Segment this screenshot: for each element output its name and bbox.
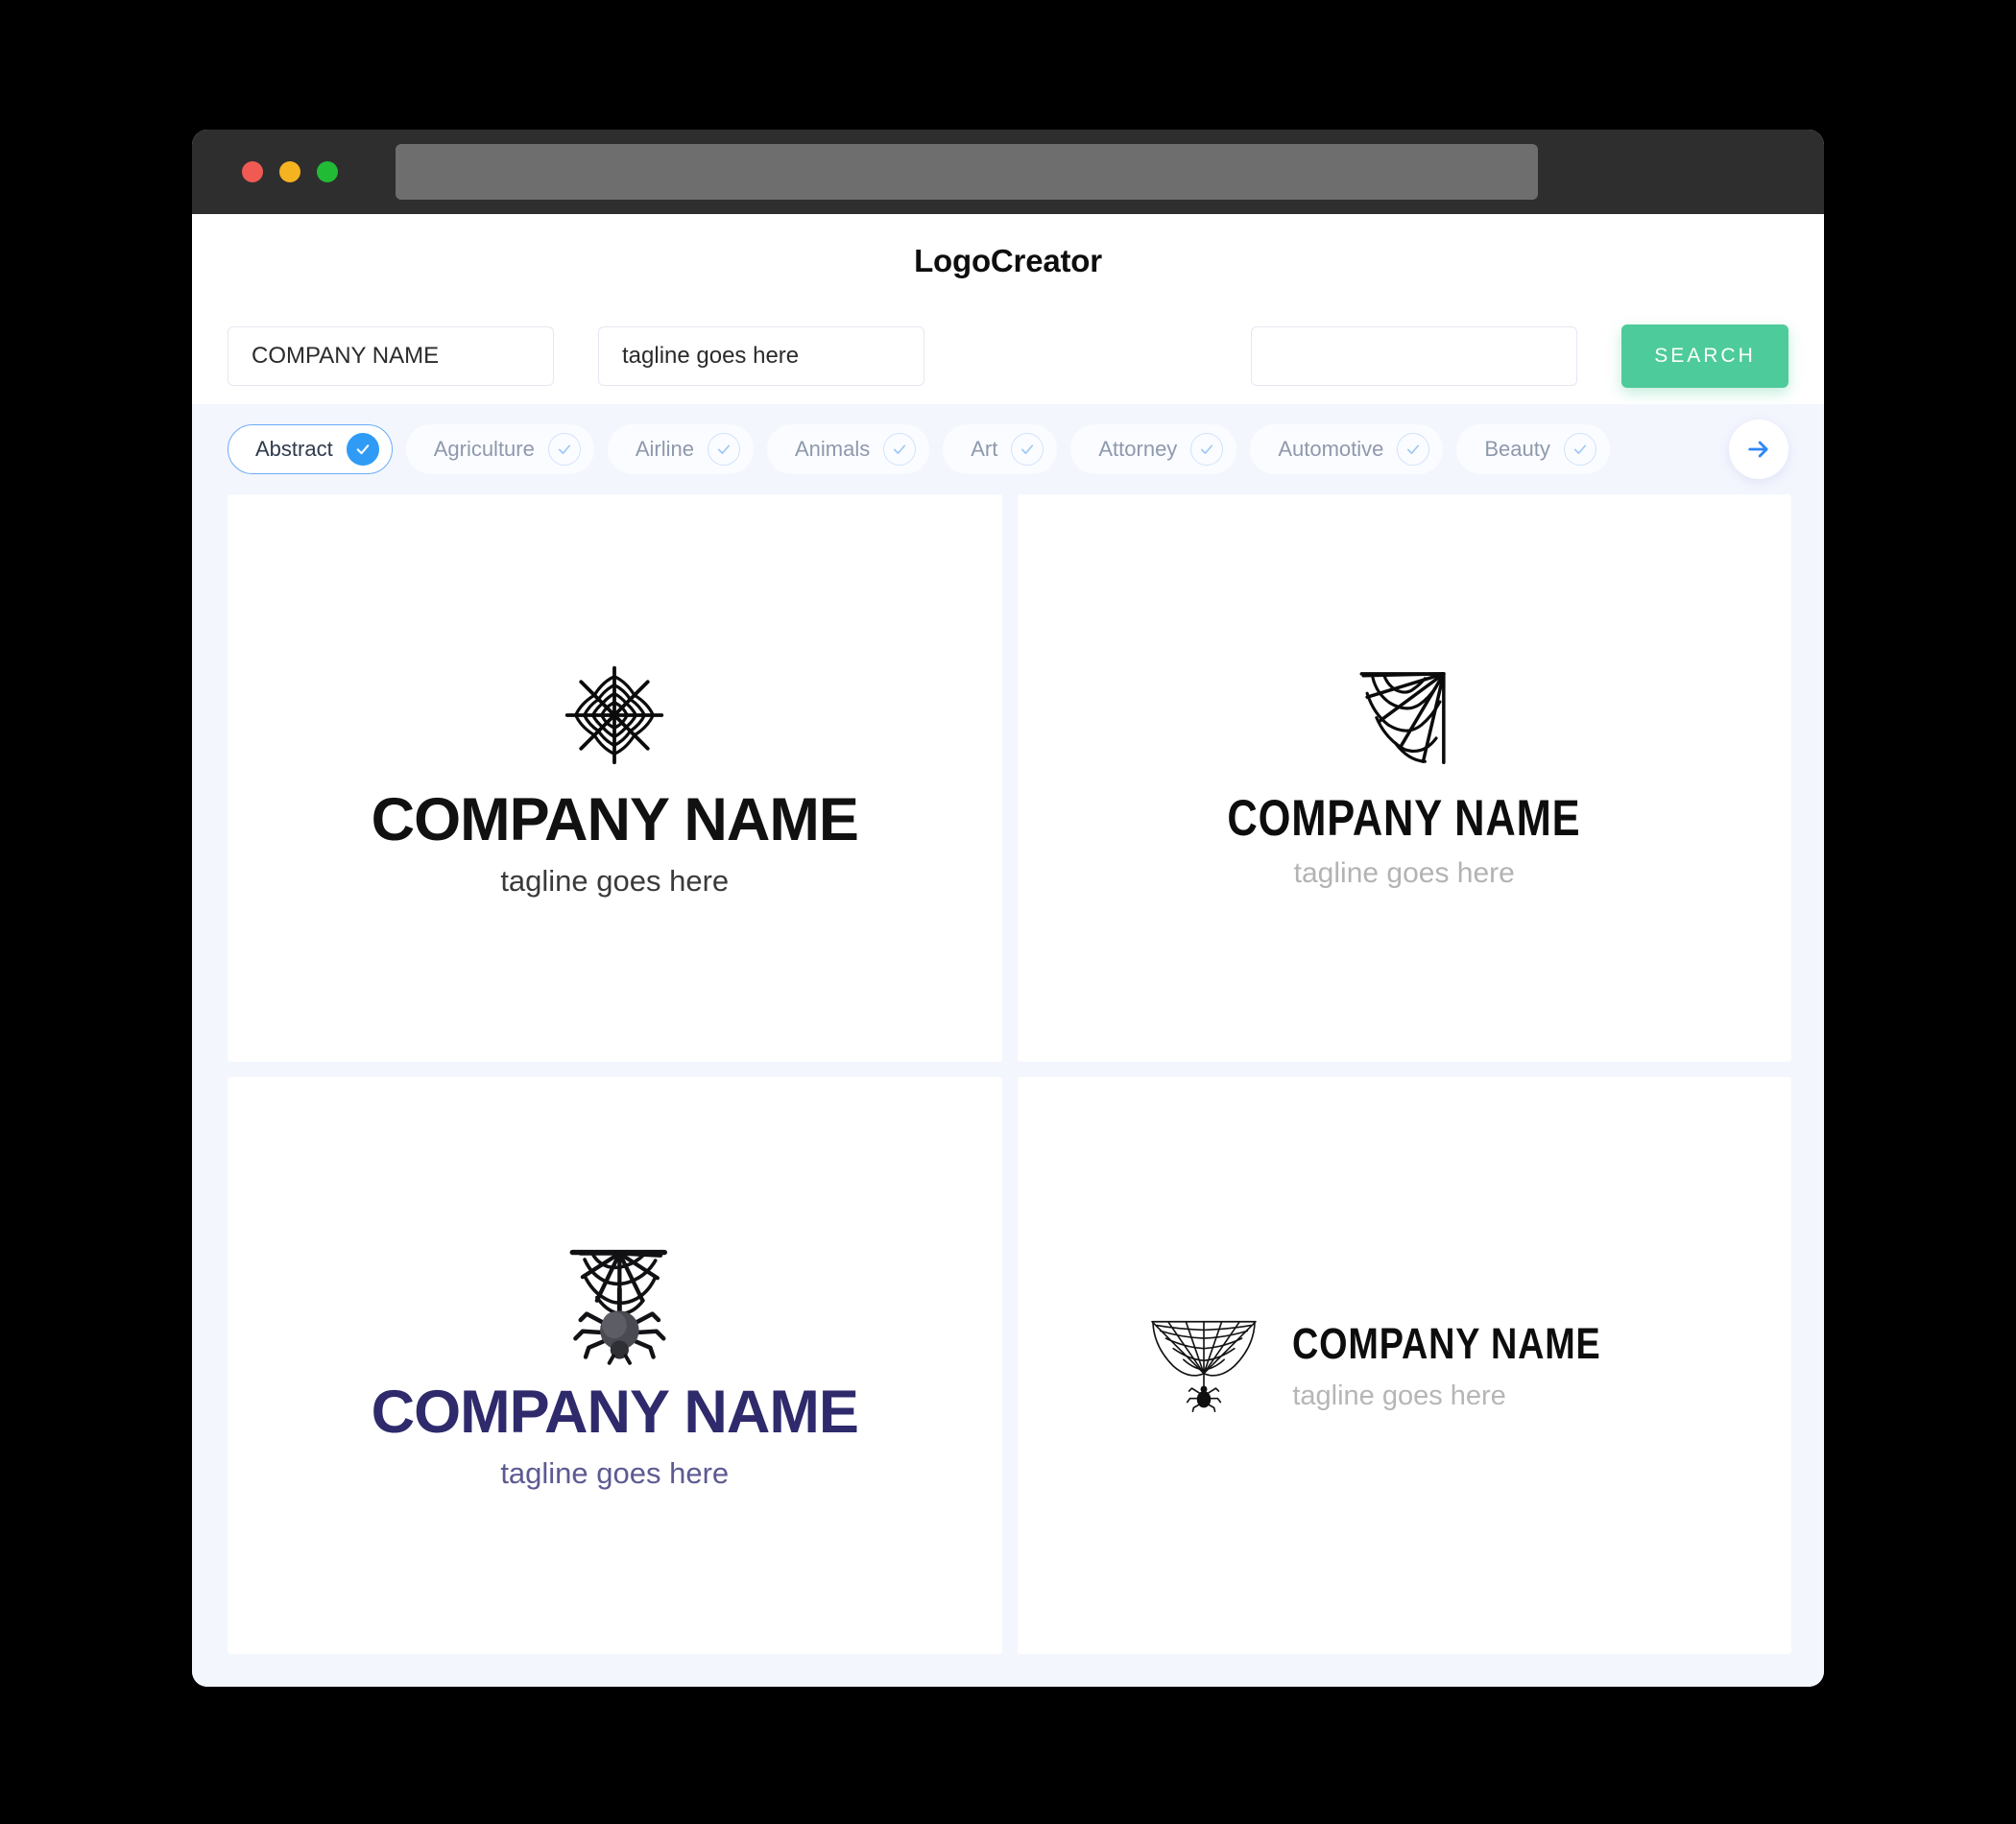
logo-company-name: COMPANY NAME [1292, 1318, 1601, 1368]
category-chip-label: Attorney [1098, 437, 1178, 461]
category-chip-art[interactable]: Art [943, 424, 1058, 474]
search-bar: SEARCH [192, 308, 1824, 404]
logo-company-name: COMPANY NAME [1227, 789, 1581, 847]
category-chip-label: Automotive [1278, 437, 1384, 461]
close-window-button[interactable] [242, 161, 263, 182]
keyword-input[interactable] [1251, 326, 1577, 386]
check-outline-icon [1563, 433, 1596, 466]
check-outline-icon [883, 433, 917, 466]
spider-web-corner-icon [1359, 671, 1446, 764]
app-header: LogoCreator [192, 214, 1824, 308]
search-button[interactable]: SEARCH [1621, 324, 1788, 388]
check-icon [1201, 444, 1213, 454]
check-outline-icon [1190, 433, 1224, 466]
logo-company-name: COMPANY NAME [371, 785, 859, 853]
spider-hanging-web-icon [569, 1249, 668, 1365]
category-chip-label: Abstract [255, 437, 333, 461]
category-filter-row: Abstract Agriculture Airline Animals Art Atto… [192, 404, 1824, 494]
logo-results-grid: COMPANY NAME tagline goes here COMPANY N… [192, 494, 1824, 1687]
browser-titlebar [192, 130, 1824, 214]
category-chip-animals[interactable]: Animals [767, 424, 930, 474]
logo-tagline: tagline goes here [500, 863, 730, 898]
category-chip-label: Beauty [1484, 437, 1550, 461]
check-icon [717, 444, 731, 454]
check-outline-icon [708, 433, 740, 466]
tagline-input[interactable] [598, 326, 924, 386]
company-name-input[interactable] [228, 326, 554, 386]
logo-preview: COMPANY NAME tagline goes here [1188, 669, 1620, 888]
logo-card[interactable]: COMPANY NAME tagline goes here [228, 494, 1002, 1062]
check-icon [1021, 444, 1034, 454]
category-chip-abstract[interactable]: Abstract [228, 424, 393, 474]
check-icon [1573, 444, 1586, 454]
logo-text-block: COMPANY NAME tagline goes here [1292, 1322, 1660, 1410]
logo-tagline: tagline goes here [1293, 856, 1515, 889]
browser-window: LogoCreator SEARCH Abstract Agriculture Ai… [192, 130, 1824, 1687]
logo-preview: COMPANY NAME tagline goes here [1148, 1315, 1660, 1417]
traffic-light-group [242, 161, 338, 182]
category-chip-beauty[interactable]: Beauty [1456, 424, 1610, 474]
check-icon [1407, 444, 1420, 454]
logo-card[interactable]: COMPANY NAME tagline goes here [1017, 1077, 1791, 1654]
check-icon [558, 444, 570, 454]
browser-address-bar[interactable] [396, 144, 1538, 200]
category-chip-automotive[interactable]: Automotive [1250, 424, 1444, 474]
logo-tagline: tagline goes here [500, 1455, 730, 1490]
check-icon [894, 444, 906, 454]
spider-web-circular-icon [565, 665, 664, 764]
category-chip-airline[interactable]: Airline [607, 424, 754, 474]
category-chip-agriculture[interactable]: Agriculture [405, 424, 594, 474]
category-chip-label: Airline [635, 437, 694, 461]
category-chip-label: Animals [795, 437, 871, 461]
category-chip-label: Art [971, 437, 998, 461]
categories-next-button[interactable] [1729, 420, 1788, 479]
minimize-window-button[interactable] [279, 161, 300, 182]
logo-tagline: tagline goes here [1292, 1380, 1506, 1411]
check-outline-icon [1011, 433, 1044, 466]
check-outline-icon [547, 433, 581, 466]
logo-card[interactable]: COMPANY NAME tagline goes here [228, 1077, 1002, 1654]
category-chip-attorney[interactable]: Attorney [1070, 424, 1237, 474]
check-filled-icon [346, 433, 379, 466]
logo-preview: COMPANY NAME tagline goes here [371, 1244, 859, 1490]
maximize-window-button[interactable] [317, 161, 338, 182]
logo-preview: COMPANY NAME tagline goes here [371, 661, 859, 898]
check-outline-icon [1397, 433, 1430, 466]
logo-company-name: COMPANY NAME [371, 1378, 859, 1446]
arrow-right-icon [1748, 441, 1768, 458]
check-icon [356, 444, 370, 455]
logo-card[interactable]: COMPANY NAME tagline goes here [1017, 494, 1791, 1062]
app-brand-title: LogoCreator [914, 243, 1102, 278]
spider-web-fanline-icon [1151, 1320, 1258, 1412]
category-chip-label: Agriculture [433, 437, 535, 461]
